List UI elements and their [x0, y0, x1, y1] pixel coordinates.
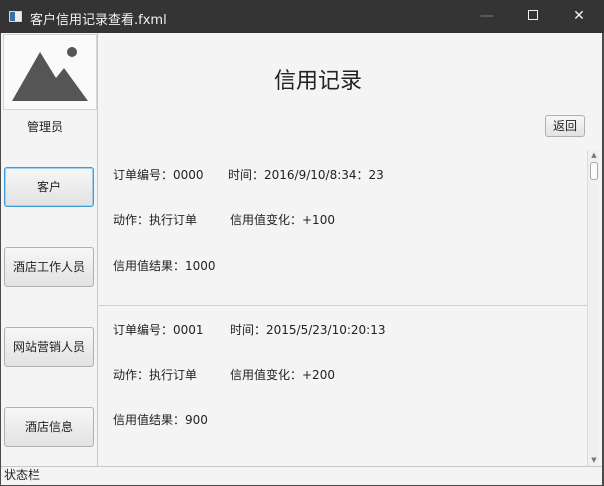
record-time: 时间：2015/5/23/10:20:13 — [230, 323, 386, 337]
credit-change: 信用值变化：+200 — [230, 368, 335, 382]
credit-record: 订单编号：0000 时间：2016/9/10/8:34：23 动作：执行订单 信… — [99, 150, 587, 306]
vertical-scrollbar[interactable]: ▲ ▼ — [587, 150, 599, 466]
order-number: 订单编号：0000 — [113, 168, 204, 182]
customer-button[interactable]: 客户 — [4, 167, 94, 207]
app-window-icon — [9, 11, 22, 22]
credit-result: 信用值结果：1000 — [113, 259, 216, 273]
window-content: 管理员 客户 酒店工作人员 网站营销人员 酒店信息 信用记录 返回 订单编号：0… — [1, 33, 602, 485]
credit-record-list[interactable]: 订单编号：0000 时间：2016/9/10/8:34：23 动作：执行订单 信… — [99, 150, 587, 466]
order-number: 订单编号：0001 — [113, 323, 204, 337]
sidebar: 管理员 客户 酒店工作人员 网站营销人员 酒店信息 — [1, 33, 98, 466]
user-role-label: 管理员 — [26, 120, 63, 134]
record-time: 时间：2016/9/10/8:34：23 — [228, 168, 384, 182]
credit-record: 订单编号：0001 时间：2015/5/23/10:20:13 动作：执行订单 … — [99, 306, 587, 461]
main-panel: 信用记录 返回 订单编号：0000 时间：2016/9/10/8:34：23 动… — [99, 33, 602, 466]
avatar — [3, 34, 97, 110]
hotel-info-button[interactable]: 酒店信息 — [4, 407, 94, 447]
window-title: 客户信用记录查看.fxml — [30, 13, 167, 28]
record-action: 动作：执行订单 — [113, 213, 198, 227]
close-button[interactable]: ✕ — [556, 0, 602, 33]
status-bar: 状态栏 — [1, 466, 602, 485]
page-title: 信用记录 — [273, 69, 362, 94]
minimize-icon: — — [480, 8, 494, 24]
maximize-button[interactable] — [510, 0, 556, 33]
title-bar: 客户信用记录查看.fxml — ✕ — [0, 0, 604, 33]
image-placeholder-icon — [12, 47, 88, 101]
back-button[interactable]: 返回 — [545, 115, 585, 137]
credit-change: 信用值变化：+100 — [230, 213, 335, 227]
minimize-button[interactable]: — — [464, 0, 510, 33]
close-icon: ✕ — [573, 8, 585, 24]
hotel-staff-button[interactable]: 酒店工作人员 — [4, 247, 94, 287]
scroll-up-icon[interactable]: ▲ — [588, 150, 600, 160]
scroll-down-icon[interactable]: ▼ — [588, 455, 600, 465]
record-action: 动作：执行订单 — [113, 368, 198, 382]
scroll-thumb[interactable] — [590, 162, 598, 180]
web-marketer-button[interactable]: 网站营销人员 — [4, 327, 94, 367]
credit-result: 信用值结果：900 — [113, 413, 208, 427]
maximize-icon — [528, 10, 538, 20]
